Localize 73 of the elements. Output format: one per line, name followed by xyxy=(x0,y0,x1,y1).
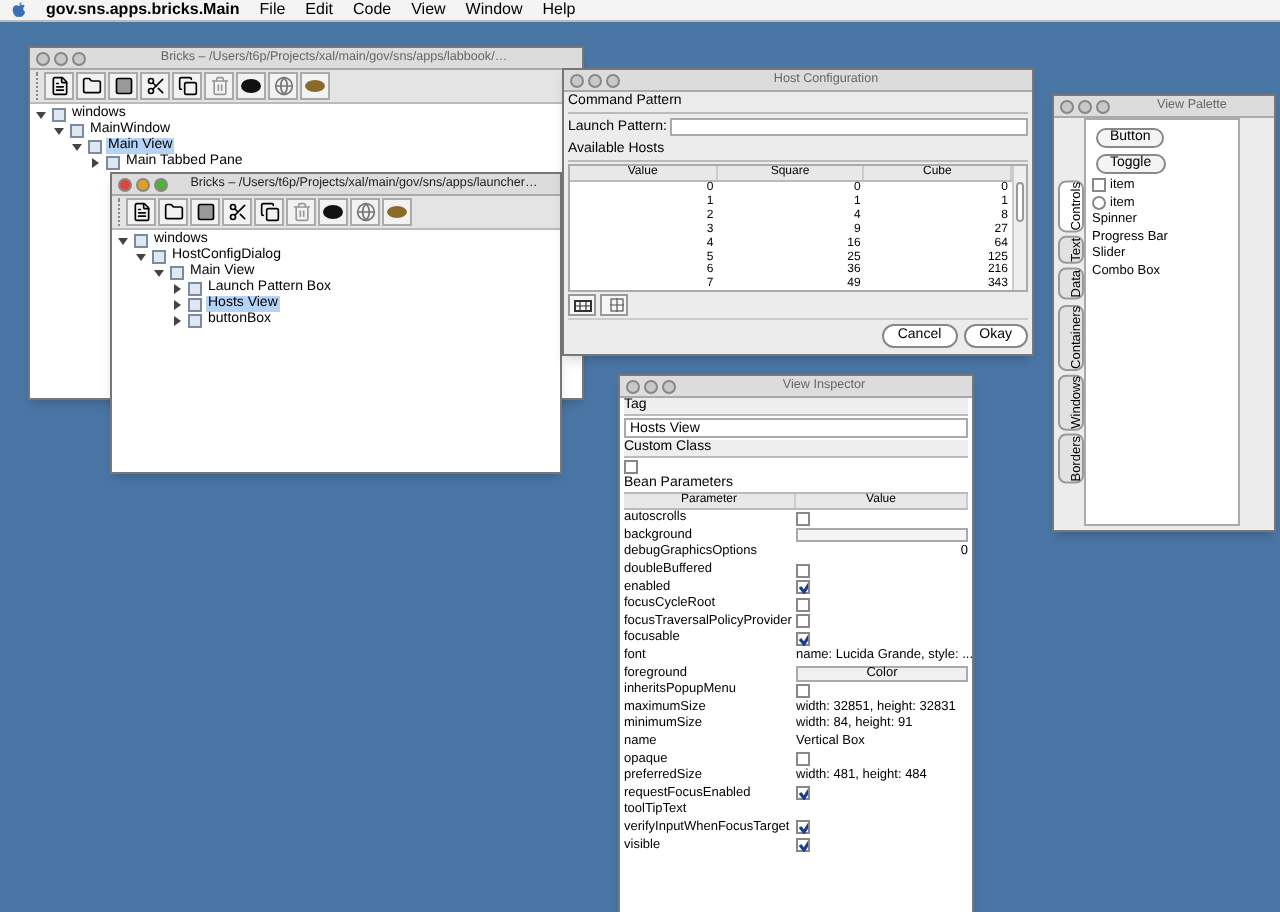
apple-logo-icon[interactable] xyxy=(12,2,26,18)
folder-icon[interactable] xyxy=(76,72,106,100)
input-field[interactable] xyxy=(670,118,1028,136)
copy-icon[interactable] xyxy=(172,72,202,100)
checkbox[interactable] xyxy=(796,631,810,646)
node-icon xyxy=(106,155,120,169)
globe-icon[interactable] xyxy=(350,198,380,226)
zoom-icon[interactable] xyxy=(662,379,676,393)
close-icon[interactable] xyxy=(36,51,50,65)
radio-button[interactable] xyxy=(1092,195,1106,210)
disclosure-triangle-icon[interactable] xyxy=(172,299,184,309)
checkbox[interactable] xyxy=(796,820,810,835)
disclosure-triangle-icon[interactable] xyxy=(136,251,148,261)
menu-item[interactable]: Help xyxy=(542,0,576,22)
minimize-icon[interactable] xyxy=(1078,99,1092,113)
checkbox[interactable] xyxy=(796,614,810,629)
folder-icon[interactable] xyxy=(158,198,188,226)
disclosure-triangle-icon[interactable] xyxy=(90,157,102,167)
checkbox[interactable] xyxy=(796,786,810,801)
zoom-icon[interactable] xyxy=(154,177,168,191)
minimize-icon[interactable] xyxy=(588,73,602,87)
checkbox[interactable] xyxy=(796,580,810,595)
checkbox[interactable] xyxy=(796,511,810,526)
scissors-icon[interactable] xyxy=(222,198,252,226)
minimize-icon[interactable] xyxy=(644,379,658,393)
zoom-icon[interactable] xyxy=(1096,99,1110,113)
menu-item[interactable]: Code xyxy=(352,0,392,22)
checkbox[interactable] xyxy=(796,597,810,612)
node-icon xyxy=(152,249,166,263)
copy-icon[interactable] xyxy=(254,198,284,226)
minimize-icon[interactable] xyxy=(54,51,68,65)
node-icon xyxy=(70,123,84,137)
checkbox[interactable] xyxy=(796,683,810,698)
square-icon[interactable] xyxy=(108,72,138,100)
disclosure-triangle-icon[interactable] xyxy=(154,267,166,277)
disclosure-triangle-icon[interactable] xyxy=(172,283,184,293)
table-icon[interactable] xyxy=(600,294,628,316)
close-icon[interactable] xyxy=(118,177,132,191)
input-field[interactable] xyxy=(796,528,968,543)
checkbox[interactable] xyxy=(624,460,638,474)
menu-item[interactable]: Window xyxy=(465,0,523,22)
toolbar-grip-icon[interactable] xyxy=(36,72,42,100)
document-icon[interactable] xyxy=(126,198,156,226)
checkbox[interactable] xyxy=(1092,178,1106,193)
grid-icon[interactable] xyxy=(568,294,596,316)
close-icon[interactable] xyxy=(570,73,584,87)
zoom-icon[interactable] xyxy=(606,73,620,87)
disclosure-triangle-icon[interactable] xyxy=(36,109,48,119)
checkbox[interactable] xyxy=(796,838,810,853)
disclosure-triangle-icon[interactable] xyxy=(54,125,66,135)
menu-item[interactable]: View xyxy=(411,0,446,22)
node-icon xyxy=(170,265,184,279)
close-icon[interactable] xyxy=(626,379,640,393)
node-icon xyxy=(52,107,66,121)
node-icon xyxy=(134,233,148,247)
menu-item[interactable]: File xyxy=(259,0,286,22)
checkbox[interactable] xyxy=(796,752,810,767)
checkbox[interactable] xyxy=(796,563,810,578)
scissors-icon[interactable] xyxy=(140,72,170,100)
disclosure-triangle-icon[interactable] xyxy=(172,315,184,325)
square-icon[interactable] xyxy=(190,198,220,226)
disclosure-triangle-icon[interactable] xyxy=(118,235,130,245)
toolbar-grip-icon[interactable] xyxy=(118,198,124,226)
document-icon[interactable] xyxy=(44,72,74,100)
globe-icon[interactable] xyxy=(268,72,298,100)
app-menu[interactable]: gov.sns.apps.bricks.Main xyxy=(46,0,240,22)
zoom-icon[interactable] xyxy=(72,51,86,65)
node-icon xyxy=(88,139,102,153)
scrollbar[interactable] xyxy=(1012,166,1026,290)
close-icon[interactable] xyxy=(1060,99,1074,113)
minimize-icon[interactable] xyxy=(136,177,150,191)
menu-item[interactable]: Edit xyxy=(305,0,333,22)
disclosure-triangle-icon[interactable] xyxy=(72,141,84,151)
